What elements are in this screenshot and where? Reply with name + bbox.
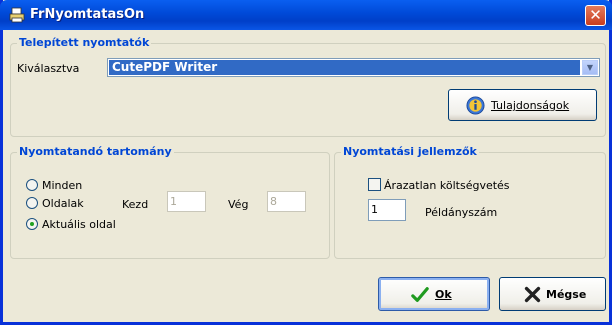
print-properties-group-title: Nyomtatási jellemzők [341, 145, 479, 158]
dialog-window: FrNyomtatasOn ✕ Telepített nyomtatók Kiv… [0, 0, 612, 325]
start-label: Kezd [122, 198, 149, 211]
printers-group-title: Telepített nyomtatók [17, 36, 152, 49]
ok-button-label: Ok [435, 288, 452, 301]
close-button[interactable]: ✕ [585, 5, 606, 26]
unpriced-budget-label: Árazatlan költségvetés [384, 179, 510, 192]
ok-button[interactable]: Ok [378, 277, 490, 311]
start-page-input[interactable]: 1 [167, 191, 206, 212]
end-page-input[interactable]: 8 [267, 191, 306, 212]
range-group-title: Nyomtatandó tartomány [17, 145, 174, 158]
close-icon: ✕ [589, 6, 602, 24]
radio-all-label: Minden [42, 179, 83, 192]
printer-selected-label: Kiválasztva [17, 62, 80, 75]
radio-all[interactable] [26, 179, 38, 191]
printer-icon [9, 7, 25, 23]
info-icon [466, 96, 485, 115]
copies-label: Példányszám [425, 206, 498, 219]
cancel-button[interactable]: Mégse [499, 277, 606, 311]
cancel-button-label: Mégse [546, 288, 587, 301]
title-bar[interactable]: FrNyomtatasOn ✕ [0, 0, 612, 30]
end-label: Vég [228, 198, 249, 211]
properties-button[interactable]: Tulajdonságok [448, 89, 597, 121]
radio-current-page-label: Aktuális oldal [42, 218, 116, 231]
chevron-down-icon[interactable]: ▼ [582, 60, 598, 75]
window-title: FrNyomtatasOn [30, 7, 145, 22]
properties-button-label: Tulajdonságok [491, 99, 570, 112]
x-icon [524, 286, 541, 303]
checkmark-icon [411, 287, 429, 302]
printer-select-value: CutePDF Writer [109, 60, 580, 75]
printer-select[interactable]: CutePDF Writer ▼ [107, 58, 600, 77]
radio-current-page[interactable] [26, 218, 38, 230]
radio-pages[interactable] [26, 197, 38, 209]
radio-pages-label: Oldalak [42, 197, 84, 210]
unpriced-budget-checkbox[interactable] [368, 178, 381, 191]
copies-input[interactable]: 1 [368, 199, 406, 221]
